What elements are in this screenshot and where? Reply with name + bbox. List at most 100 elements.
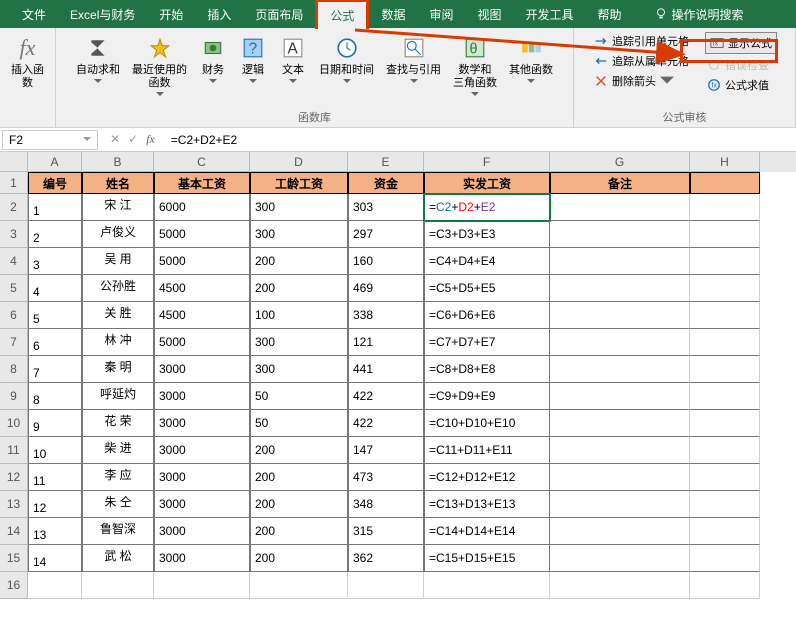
cell[interactable]	[550, 356, 690, 383]
cell[interactable]: 300	[250, 221, 348, 248]
cell[interactable]	[690, 302, 760, 329]
cell[interactable]: 5	[28, 302, 82, 329]
cell[interactable]: 3000	[154, 491, 250, 518]
cell[interactable]: 4500	[154, 302, 250, 329]
cell[interactable]	[550, 437, 690, 464]
cell[interactable]: 14	[28, 545, 82, 572]
column-header[interactable]: H	[690, 152, 760, 172]
cell[interactable]: 200	[250, 545, 348, 572]
select-all-corner[interactable]	[0, 152, 28, 172]
accept-formula-icon[interactable]: ✓	[128, 132, 138, 147]
spreadsheet-grid[interactable]: ABCDEFGH 1编号姓名基本工资工龄工资资金实发工资备注21宋 江60003…	[0, 152, 796, 599]
name-box[interactable]: F2	[2, 130, 98, 150]
row-header[interactable]: 15	[0, 545, 28, 572]
cell[interactable]	[690, 172, 760, 194]
tab-插入[interactable]: 插入	[195, 1, 243, 28]
cell[interactable]: 2	[28, 221, 82, 248]
tab-Excel与财务[interactable]: Excel与财务	[58, 1, 147, 28]
cell[interactable]	[690, 275, 760, 302]
cell[interactable]: 200	[250, 248, 348, 275]
cell[interactable]: 3000	[154, 518, 250, 545]
cell[interactable]	[690, 248, 760, 275]
tab-视图[interactable]: 视图	[465, 1, 513, 28]
cell[interactable]: 303	[348, 194, 424, 221]
cell[interactable]	[690, 545, 760, 572]
cell[interactable]: 编号	[28, 172, 82, 194]
cell[interactable]	[690, 437, 760, 464]
cell[interactable]: 362	[348, 545, 424, 572]
cell[interactable]: 实发工资	[424, 172, 550, 194]
cell[interactable]: 3000	[154, 410, 250, 437]
formula-input[interactable]	[165, 131, 796, 149]
cell[interactable]	[550, 248, 690, 275]
trace-precedents-button[interactable]: 追踪引用单元格	[592, 32, 691, 50]
cell[interactable]: 基本工资	[154, 172, 250, 194]
trace-dependents-button[interactable]: 追踪从属单元格	[592, 52, 691, 70]
cell[interactable]	[550, 572, 690, 599]
cell[interactable]	[28, 572, 82, 599]
cell[interactable]: 315	[348, 518, 424, 545]
column-header[interactable]: C	[154, 152, 250, 172]
row-header[interactable]: 10	[0, 410, 28, 437]
cell[interactable]: 11	[28, 464, 82, 491]
cell[interactable]: 公孙胜	[82, 275, 154, 302]
cell[interactable]	[690, 383, 760, 410]
financial-button[interactable]: 财务	[197, 32, 229, 86]
cell[interactable]: 7	[28, 356, 82, 383]
cell[interactable]: 卢俊义	[82, 221, 154, 248]
cell[interactable]: 宋 江	[82, 194, 154, 221]
cell[interactable]: 200	[250, 518, 348, 545]
cell[interactable]: 12	[28, 491, 82, 518]
cell[interactable]: 200	[250, 491, 348, 518]
logical-button[interactable]: ?逻辑	[237, 32, 269, 86]
cell[interactable]: 469	[348, 275, 424, 302]
cell[interactable]: 3000	[154, 464, 250, 491]
cell[interactable]: 300	[250, 356, 348, 383]
row-header[interactable]: 6	[0, 302, 28, 329]
cell[interactable]: =C10+D10+E10	[424, 410, 550, 437]
cell[interactable]: 资金	[348, 172, 424, 194]
row-header[interactable]: 11	[0, 437, 28, 464]
cell[interactable]: 吴 用	[82, 248, 154, 275]
cell[interactable]: 鲁智深	[82, 518, 154, 545]
more-button[interactable]: 其他函数	[507, 32, 555, 86]
cell[interactable]: =C14+D14+E14	[424, 518, 550, 545]
cell[interactable]	[550, 329, 690, 356]
cell[interactable]: 5000	[154, 221, 250, 248]
cell[interactable]: 50	[250, 383, 348, 410]
cell[interactable]: 50	[250, 410, 348, 437]
cell[interactable]: 10	[28, 437, 82, 464]
column-header[interactable]: E	[348, 152, 424, 172]
cell[interactable]: 李 应	[82, 464, 154, 491]
cell[interactable]	[82, 572, 154, 599]
remove-arrows-button[interactable]: 删除箭头	[592, 72, 691, 90]
cell[interactable]	[550, 464, 690, 491]
row-header[interactable]: 13	[0, 491, 28, 518]
row-header[interactable]: 1	[0, 172, 28, 194]
cell[interactable]: =C12+D12+E12	[424, 464, 550, 491]
cell[interactable]: =C3+D3+E3	[424, 221, 550, 248]
fx-icon[interactable]: fx	[146, 132, 155, 147]
cell[interactable]: 200	[250, 464, 348, 491]
cell[interactable]: 147	[348, 437, 424, 464]
column-header[interactable]: G	[550, 152, 690, 172]
evaluate-formula-button[interactable]: fx 公式求值	[705, 76, 777, 94]
cell[interactable]: 348	[348, 491, 424, 518]
tab-审阅[interactable]: 审阅	[417, 1, 465, 28]
cell[interactable]	[550, 194, 690, 221]
cell[interactable]: 338	[348, 302, 424, 329]
cell[interactable]: 3000	[154, 437, 250, 464]
row-header[interactable]: 4	[0, 248, 28, 275]
cell[interactable]: 441	[348, 356, 424, 383]
cell[interactable]	[690, 356, 760, 383]
cell[interactable]: 121	[348, 329, 424, 356]
cell[interactable]: 300	[250, 194, 348, 221]
cell[interactable]: 13	[28, 518, 82, 545]
cell[interactable]: 5000	[154, 248, 250, 275]
row-header[interactable]: 9	[0, 383, 28, 410]
cell[interactable]	[690, 194, 760, 221]
cell[interactable]	[690, 491, 760, 518]
cell[interactable]: 备注	[550, 172, 690, 194]
cell[interactable]	[550, 545, 690, 572]
cell[interactable]: =C5+D5+E5	[424, 275, 550, 302]
